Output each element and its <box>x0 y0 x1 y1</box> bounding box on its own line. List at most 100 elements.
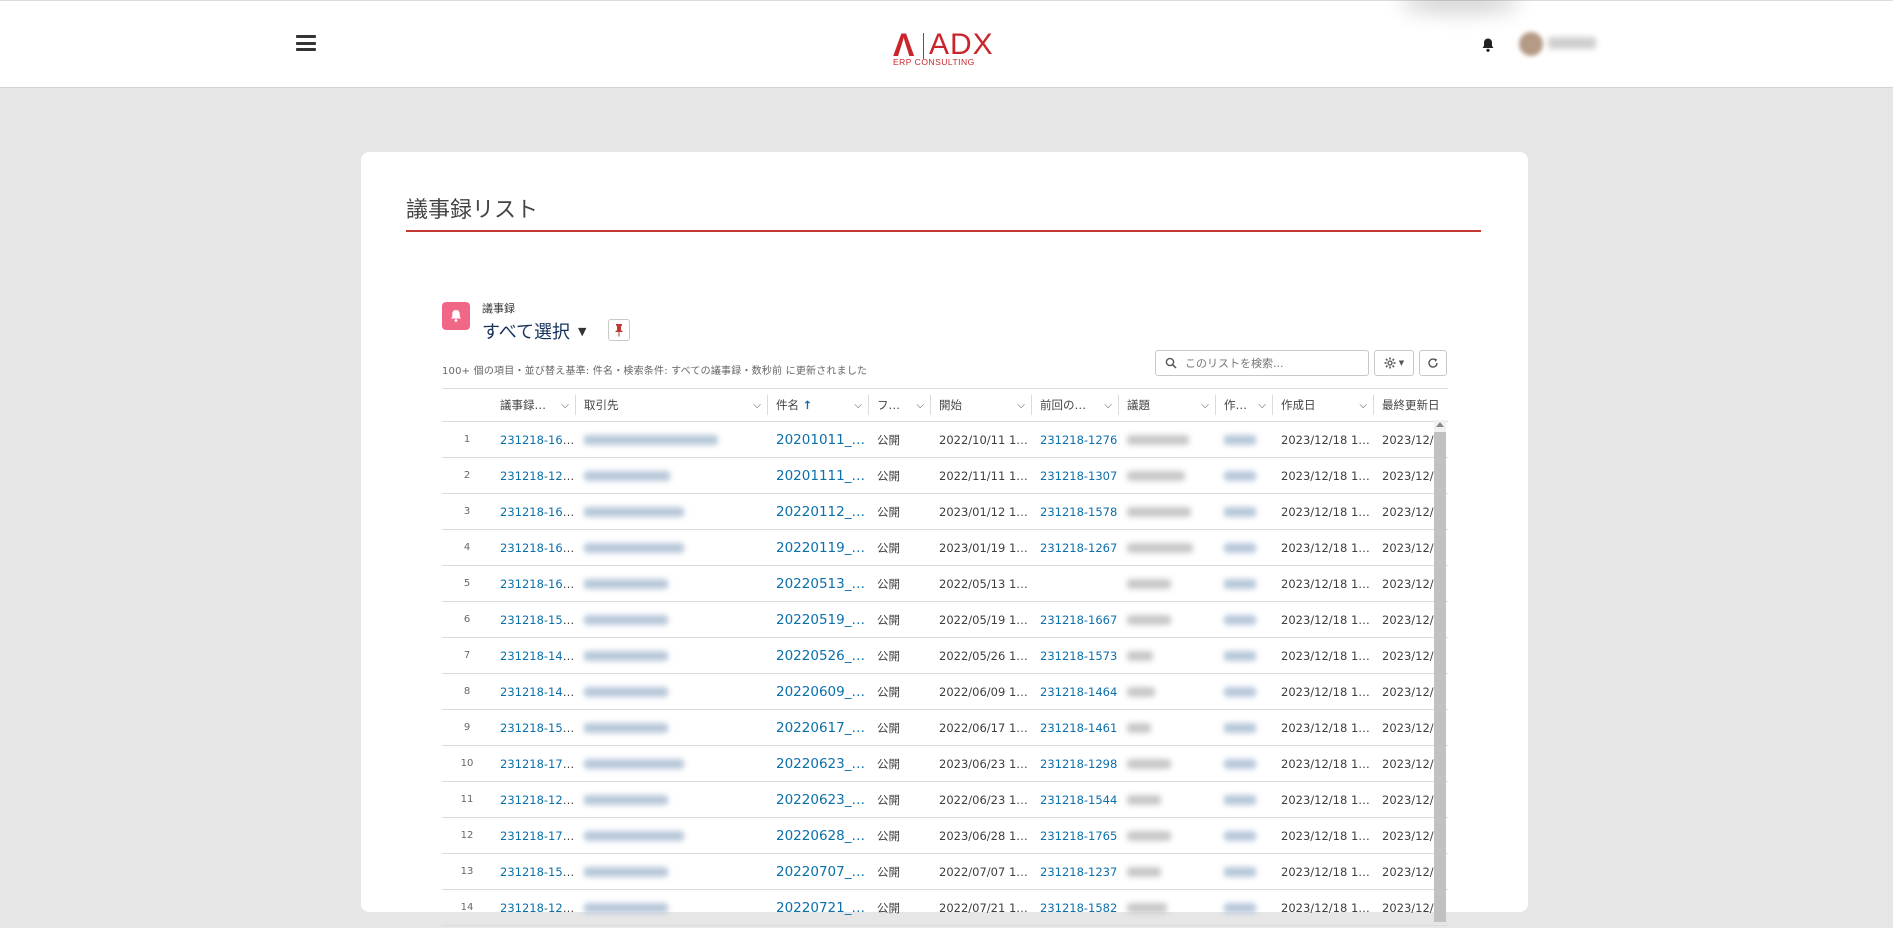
table-row[interactable]: 7 231218-1464 20220526_… 公開 2022/05/26 1… 231… <box>442 637 1448 674</box>
minutes-number-link[interactable]: 231218-1573 <box>500 613 576 627</box>
table-row[interactable]: 11 231218-1237 20220623_… 公開 2022/06/23 1… 23… <box>442 781 1448 818</box>
column-header-start[interactable]: 開始 ⌵ <box>931 388 1032 422</box>
subject-link[interactable]: 20220721_… <box>776 900 865 916</box>
account-link-blurred[interactable] <box>584 579 668 589</box>
minutes-number-link[interactable]: 231218-1652 <box>500 505 576 519</box>
account-link-blurred[interactable] <box>584 867 668 877</box>
account-link-blurred[interactable] <box>584 795 668 805</box>
table-row[interactable]: 2 231218-1256 20201111_… 公開 2022/11/11 1… 231… <box>442 457 1448 494</box>
account-link-blurred[interactable] <box>584 615 668 625</box>
minutes-number-link[interactable]: 231218-1464 <box>500 649 576 663</box>
pin-button[interactable] <box>608 319 630 341</box>
column-header-agenda[interactable]: 議題 ⌵ <box>1119 388 1216 422</box>
avatar[interactable] <box>1519 32 1543 56</box>
list-view-selector[interactable]: すべて選択 ▼ <box>482 318 587 344</box>
user-name-blurred[interactable] <box>1548 37 1596 49</box>
account-link-blurred[interactable] <box>584 471 670 481</box>
table-row[interactable]: 3 231218-1652 20220112_… 公開 2023/01/12 1… 231… <box>442 493 1448 530</box>
account-link-blurred[interactable] <box>584 903 668 913</box>
table-row[interactable]: 5 231218-1667 20220513_… 公開 2022/05/13 1… 202… <box>442 565 1448 602</box>
subject-link[interactable]: 20220519_… <box>776 612 865 628</box>
subject-link[interactable]: 20220623_… <box>776 792 865 808</box>
subject-link[interactable]: 20201011_… <box>776 432 865 448</box>
account-link-blurred[interactable] <box>584 759 684 769</box>
logo[interactable]: Λ ADX ERP CONSULTING <box>893 29 997 68</box>
column-header-updated[interactable]: 最終更新日 <box>1374 388 1448 422</box>
minutes-number-link[interactable]: 231218-1461 <box>500 685 576 699</box>
bell-icon[interactable] <box>1480 37 1496 53</box>
account-link-blurred[interactable] <box>584 651 668 661</box>
previous-minutes-link[interactable]: 231218-1464 <box>1040 685 1117 699</box>
table-row[interactable]: 4 231218-1601 20220119_… 公開 2023/01/19 1… 231… <box>442 529 1448 566</box>
minutes-number-link[interactable]: 231218-1774 <box>500 829 576 843</box>
account-link-blurred[interactable] <box>584 723 668 733</box>
chevron-down-icon[interactable]: ⌵ <box>1359 400 1367 411</box>
column-header-previous[interactable]: 前回の… ⌵ <box>1032 388 1119 422</box>
subject-link[interactable]: 20220623_… <box>776 756 865 772</box>
author-link-blurred[interactable] <box>1224 579 1256 589</box>
menu-icon[interactable] <box>296 35 316 51</box>
previous-minutes-link[interactable]: 231218-1582 <box>1040 901 1117 915</box>
chevron-down-icon[interactable]: ⌵ <box>1017 400 1025 411</box>
previous-minutes-link[interactable]: 231218-1276 <box>1040 433 1117 447</box>
minutes-number-link[interactable]: 231218-1765 <box>500 757 576 771</box>
author-link-blurred[interactable] <box>1224 651 1256 661</box>
table-row[interactable]: 9 231218-1544 20220617_… 公開 2022/06/17 1… 231… <box>442 709 1448 746</box>
table-row[interactable]: 1 231218-1645 20201011_… 公開 2022/10/11 1… 231… <box>442 421 1448 458</box>
subject-link[interactable]: 20220119_… <box>776 540 865 556</box>
subject-link[interactable]: 20220609_… <box>776 684 865 700</box>
author-link-blurred[interactable] <box>1224 723 1256 733</box>
previous-minutes-link[interactable]: 231218-1544 <box>1040 793 1117 807</box>
minutes-number-link[interactable]: 231218-1645 <box>500 433 576 447</box>
column-header-account[interactable]: 取引先 ⌵ <box>576 388 768 422</box>
previous-minutes-link[interactable]: 231218-1298 <box>1040 757 1117 771</box>
subject-link[interactable]: 20220513_… <box>776 576 865 592</box>
minutes-number-link[interactable]: 231218-1250 <box>500 901 576 915</box>
subject-link[interactable]: 20220112_… <box>776 504 865 520</box>
author-link-blurred[interactable] <box>1224 615 1256 625</box>
previous-minutes-link[interactable]: 231218-1573 <box>1040 649 1117 663</box>
table-row[interactable]: 14 231218-1250 20220721_… 公開 2022/07/21 1… 23… <box>442 889 1448 926</box>
scrollbar-thumb[interactable] <box>1434 432 1446 922</box>
minutes-number-link[interactable]: 231218-1582 <box>500 865 576 879</box>
list-settings-button[interactable]: ▼ <box>1374 350 1414 376</box>
chevron-down-icon[interactable]: ⌵ <box>1104 400 1112 411</box>
previous-minutes-link[interactable]: 231218-1765 <box>1040 829 1117 843</box>
subject-link[interactable]: 20201111_… <box>776 468 865 484</box>
refresh-button[interactable] <box>1419 350 1447 376</box>
subject-link[interactable]: 20220628_… <box>776 828 865 844</box>
author-link-blurred[interactable] <box>1224 507 1256 517</box>
chevron-down-icon[interactable]: ⌵ <box>854 400 862 411</box>
author-link-blurred[interactable] <box>1224 759 1256 769</box>
previous-minutes-link[interactable]: 231218-1461 <box>1040 721 1117 735</box>
table-row[interactable]: 10 231218-1765 20220623_… 公開 2023/06/23 1… 23… <box>442 745 1448 782</box>
author-link-blurred[interactable] <box>1224 435 1256 445</box>
previous-minutes-link[interactable]: 231218-1267 <box>1040 541 1117 555</box>
author-link-blurred[interactable] <box>1224 687 1256 697</box>
previous-minutes-link[interactable]: 231218-1237 <box>1040 865 1117 879</box>
chevron-down-icon[interactable]: ⌵ <box>916 400 924 411</box>
subject-link[interactable]: 20220617_… <box>776 720 865 736</box>
previous-minutes-link[interactable]: 231218-1307 <box>1040 469 1117 483</box>
list-search-field[interactable] <box>1183 355 1357 371</box>
author-link-blurred[interactable] <box>1224 795 1256 805</box>
table-scrollbar[interactable] <box>1434 420 1446 922</box>
minutes-number-link[interactable]: 231218-1256 <box>500 469 576 483</box>
author-link-blurred[interactable] <box>1224 543 1256 553</box>
account-link-blurred[interactable] <box>584 831 684 841</box>
column-header-author[interactable]: 作… ⌵ <box>1216 388 1273 422</box>
list-search-input[interactable] <box>1155 350 1369 376</box>
column-header-minutes-no[interactable]: 議事録… ⌵ <box>492 388 576 422</box>
table-row[interactable]: 13 231218-1582 20220707_… 公開 2022/07/07 1… 23… <box>442 853 1448 890</box>
subject-link[interactable]: 20220526_… <box>776 648 865 664</box>
account-link-blurred[interactable] <box>584 687 668 697</box>
chevron-down-icon[interactable]: ⌵ <box>1258 400 1266 411</box>
table-row[interactable]: 8 231218-1461 20220609_… 公開 2022/06/09 1… 231… <box>442 673 1448 710</box>
chevron-down-icon[interactable]: ⌵ <box>561 400 569 411</box>
author-link-blurred[interactable] <box>1224 471 1256 481</box>
account-link-blurred[interactable] <box>584 435 718 445</box>
account-link-blurred[interactable] <box>584 543 684 553</box>
minutes-number-link[interactable]: 231218-1544 <box>500 721 576 735</box>
previous-minutes-link[interactable]: 231218-1667 <box>1040 613 1117 627</box>
column-header-public[interactable]: フ… ⌵ <box>869 388 931 422</box>
